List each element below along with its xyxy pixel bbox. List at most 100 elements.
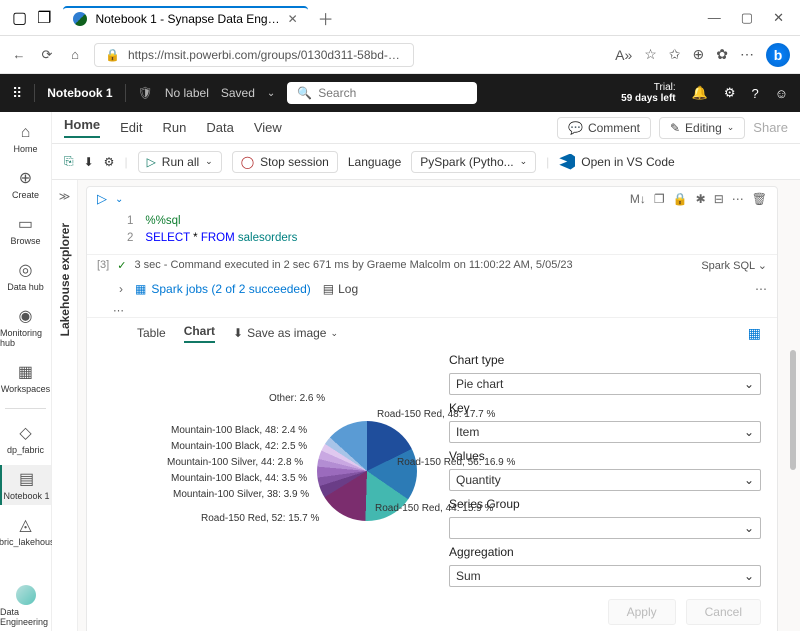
de-persona-icon [16,585,36,605]
search-box[interactable]: 🔍 Search [287,82,477,104]
delete-cell-icon[interactable]: 🗑 [752,192,767,206]
gear-icon[interactable]: ⚙ [104,155,115,169]
editing-button[interactable]: ✎Editing⌄ [659,117,745,139]
workspaces-icon[interactable]: ▢ [12,8,27,28]
key-select[interactable]: Item⌄ [449,421,761,443]
browser-tab[interactable]: Notebook 1 - Synapse Data Eng… ✕ [63,6,307,30]
help-icon[interactable]: ? [751,86,758,101]
tab-view[interactable]: View [254,120,282,135]
collections-icon[interactable]: ⊕ [693,46,705,63]
collapse-icon[interactable]: ⊟ [714,192,724,206]
browser-addressbar: ← ⟳ ⌂ 🔒 https://msit.powerbi.com/groups/… [0,36,800,74]
popout-icon[interactable]: ▦ [748,325,761,342]
lock-icon[interactable]: 🔒 [673,192,688,206]
nav-notebook1[interactable]: ▤Notebook 1 [0,465,51,505]
nav-datahub[interactable]: ◎Data hub [7,256,44,296]
home-icon[interactable]: ⌂ [66,47,84,62]
check-icon: ✓ [117,259,126,272]
cell-lang[interactable]: Spark SQL ⌄ [701,259,767,272]
minimize-icon[interactable]: — [708,10,721,26]
language-label: Language [348,155,401,169]
nav-create[interactable]: ⊕Create [12,164,39,204]
spark-jobs-link[interactable]: ▦Spark jobs (2 of 2 succeeded) [135,282,311,296]
agg-select[interactable]: Sum⌄ [449,565,761,587]
stop-session-button[interactable]: ◯Stop session [232,151,338,173]
run-cell-icon[interactable]: ▷ [97,191,107,207]
chart-type-select[interactable]: Pie chart⌄ [449,373,761,395]
nav-workspaces[interactable]: ▦Workspaces [1,358,50,398]
tab-table[interactable]: Table [137,326,166,340]
url-field[interactable]: 🔒 https://msit.powerbi.com/groups/0130d3… [94,43,414,67]
sensitivity-label[interactable]: No label [165,86,209,100]
pencil-icon: ✎ [670,121,680,135]
notebook-title[interactable]: Notebook 1 [47,86,112,100]
app-launcher-icon[interactable]: ⠿ [12,85,22,102]
new-tab-button[interactable]: ＋ [318,6,334,30]
series-select[interactable]: ⌄ [449,517,761,539]
bell-icon[interactable]: 🔔 [692,85,708,101]
star-icon[interactable]: ☆ [644,46,657,63]
tab-home[interactable]: Home [64,117,100,138]
nav-home[interactable]: ⌂Home [13,120,37,158]
log-link[interactable]: ▤Log [323,282,358,296]
freeze-icon[interactable]: ✱ [696,192,706,206]
tabs-icon[interactable]: ❐ [37,8,51,28]
app-header: ⠿ Notebook 1 🛡 No label Saved ⌄ 🔍 Search… [0,74,800,112]
comment-button[interactable]: 💬Comment [557,117,651,139]
language-select[interactable]: PySpark (Pytho...⌄ [411,151,536,173]
chevron-down-icon: ⌄ [744,473,754,487]
markdown-toggle-icon[interactable]: M↓ [630,192,646,206]
nav-browse[interactable]: ▭Browse [10,210,40,250]
expand-panel-icon[interactable]: ≫ [59,190,71,203]
back-icon[interactable]: ← [10,47,28,62]
expand-jobs-icon[interactable]: › [119,282,123,296]
bing-chat-icon[interactable]: b [766,43,790,67]
tab-data[interactable]: Data [206,120,233,135]
refresh-icon[interactable]: ⟳ [38,47,56,63]
code-editor[interactable]: %%sql SELECT * FROM salesorders [145,213,297,248]
nav-data-engineering[interactable]: Data Engineering [0,581,51,631]
nav-monitoring[interactable]: ◉Monitoring hub [0,302,51,352]
values-select[interactable]: Quantity⌄ [449,469,761,491]
open-vscode-button[interactable]: Open in VS Code [559,154,674,170]
output-more-icon[interactable]: ⋯ [755,282,767,296]
cell-menu-icon[interactable]: ⌄ [115,194,123,205]
stop-icon: ◯ [241,155,254,169]
duplicate-icon[interactable]: ❐ [654,192,665,206]
share-button[interactable]: Share [753,120,788,135]
maximize-icon[interactable]: ▢ [741,10,753,26]
monitor-nav-icon: ◉ [19,306,33,326]
extension-icon[interactable]: ✿ [716,46,728,63]
apply-button[interactable]: Apply [608,599,676,625]
chevron-down-icon[interactable]: ⌄ [267,88,275,99]
search-icon: 🔍 [297,86,312,100]
trial-status: Trial: 59 days left [621,82,675,104]
dpfabric-nav-icon: ◇ [19,423,31,443]
cancel-button[interactable]: Cancel [686,599,761,625]
convert-icon[interactable]: ⎘ [64,154,74,169]
agg-label: Aggregation [449,545,761,559]
save-as-image-button[interactable]: ⬇Save as image⌄ [233,326,338,340]
more-cell-icon[interactable]: ⋯ [732,192,744,206]
lakehouse-panel: ≫ Lakehouse explorer [52,180,78,631]
close-window-icon[interactable]: ✕ [773,10,784,26]
chart-config: Chart type Pie chart⌄ Key Item⌄ Values Q… [449,353,761,625]
favorites-icon[interactable]: ✩ [669,46,681,63]
download-icon[interactable]: ⬇ [84,155,94,169]
scrollbar-thumb[interactable] [790,350,796,470]
ribbon-tabs: Home Edit Run Data View 💬Comment ✎Editin… [52,112,800,144]
tab-edit[interactable]: Edit [120,120,142,135]
more-icon[interactable]: ⋯ [740,46,754,63]
download-icon: ⬇ [233,326,243,340]
feedback-icon[interactable]: ☺ [775,86,788,101]
chart-type-label: Chart type [449,353,761,367]
gear-icon[interactable]: ⚙ [724,85,736,101]
reader-icon[interactable]: A» [615,47,632,63]
run-all-button[interactable]: ▷Run all⌄ [138,151,222,173]
tab-run[interactable]: Run [163,120,187,135]
nav-dpfabric[interactable]: ◇dp_fabric [7,419,44,459]
tab-chart[interactable]: Chart [184,324,215,343]
close-tab-icon[interactable]: ✕ [288,12,298,26]
nav-lakehouse[interactable]: ◬fabric_lakehouse [0,511,60,551]
window-titlebar: ▢ ❐ Notebook 1 - Synapse Data Eng… ✕ ＋ —… [0,0,800,36]
